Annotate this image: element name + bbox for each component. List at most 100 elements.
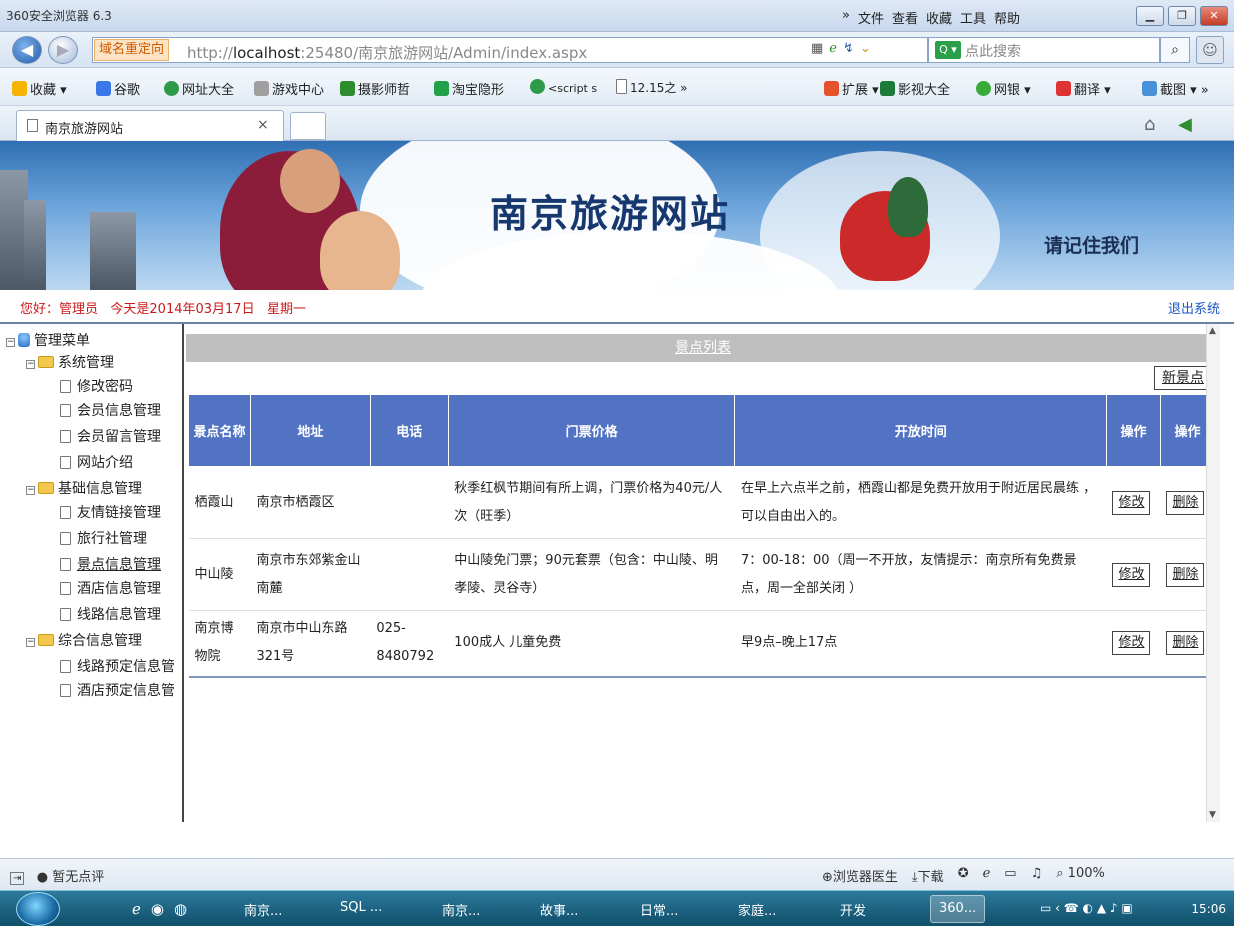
toolbar-video[interactable]: 影视大全 [880,79,950,98]
collapse-icon[interactable]: − [26,486,35,495]
bookmark-games[interactable]: 游戏中心 [254,79,324,98]
scroll-up-icon[interactable]: ▲ [1209,326,1216,336]
search-box[interactable]: Q ▾ 点此搜索 [928,37,1160,63]
vertical-scrollbar[interactable]: ▲ ▼ [1206,324,1220,822]
tab-nanjing-travel[interactable]: 南京旅游网站 × [16,110,284,141]
player-quicklaunch-icon[interactable]: ◍ [174,900,187,918]
search-engine-icon[interactable]: Q ▾ [935,41,961,59]
toolbar-extensions[interactable]: 扩展 ▾ [824,79,879,98]
back-arrow-green-icon[interactable]: ◀ [1178,114,1192,135]
window-icon[interactable]: ▭ [1004,866,1016,885]
tree-item-change-password[interactable]: 修改密码 [60,376,133,396]
expand-icon[interactable]: ⇥ [10,872,25,885]
tree-item-member-messages[interactable]: 会员留言管理 [60,426,161,446]
bookmark-favorites[interactable]: 收藏 ▾ [12,79,67,98]
ad-block-icon[interactable]: ✪ [958,866,969,885]
page-icon [60,558,71,571]
delete-button[interactable]: 删除 [1166,562,1205,587]
edit-button[interactable]: 修改 [1112,490,1151,515]
bookmark-directory[interactable]: 网址大全 [164,79,234,98]
menu-favorites[interactable]: 收藏 [926,8,952,27]
tree-item-hotels[interactable]: 酒店信息管理 [60,578,161,598]
menu-tools[interactable]: 工具 [960,8,986,27]
tree-item-member-info[interactable]: 会员信息管理 [60,400,161,420]
toolbar-translate[interactable]: 翻译 ▾ [1056,79,1111,98]
bookmark-label: 摄影师哲 [358,83,411,98]
minimize-icon[interactable]: ▁ [1136,6,1164,26]
toolbar-bank[interactable]: 网银 ▾ [976,79,1031,98]
review-status[interactable]: 暂无点评 [52,870,104,885]
sound-icon[interactable]: ♫ [1031,866,1043,885]
tree-item-hotel-bookings[interactable]: 酒店预定信息管 [60,680,175,700]
menu-file[interactable]: 文件 [858,8,884,27]
close-tab-icon[interactable]: × [257,117,269,133]
task-daily[interactable]: 日常... [640,900,678,919]
task-stories[interactable]: 故事... [540,900,578,919]
scroll-down-icon[interactable]: ▼ [1209,810,1216,820]
tree-item-links[interactable]: 友情链接管理 [60,502,161,522]
back-arrow-icon[interactable]: ◀ [12,36,42,64]
collapse-icon[interactable]: − [26,638,35,647]
tray-icons[interactable]: ▭ ‹ ☎ ◐ ▲ ♪ ▣ [1040,901,1133,915]
logout-link[interactable]: 退出系统 [1168,298,1220,317]
delete-button[interactable]: 删除 [1166,631,1205,656]
toolbar-screenshot[interactable]: 截图 ▾ » [1142,79,1209,98]
browser-doctor[interactable]: ⊕浏览器医生 [822,866,898,885]
menu-more[interactable]: » [842,8,850,27]
redirect-badge[interactable]: 域名重定向 [94,39,170,61]
delete-button[interactable]: 删除 [1166,490,1205,515]
cell-address: 南京市中山东路321号 [250,610,371,678]
download-button[interactable]: ⤓下载 [912,866,944,885]
menu-view[interactable]: 查看 [892,8,918,27]
clock[interactable]: 15:06 [1191,902,1226,916]
tree-item-scenic-spots[interactable]: 景点信息管理 [60,554,161,574]
tree-item-site-intro[interactable]: 网站介绍 [60,452,133,472]
ie-icon[interactable]: ℯ [983,866,991,885]
task-dev[interactable]: 开发 [840,900,866,919]
close-window-icon[interactable]: ✕ [1200,6,1228,26]
maximize-icon[interactable]: ❐ [1168,6,1196,26]
task-sql[interactable]: SQL ... [340,900,382,915]
tree-root-label: 管理菜单 [34,333,90,349]
dropdown-icon[interactable]: ⌄ [860,41,871,56]
refresh-icon[interactable]: ↯ [843,41,854,56]
task-nanjing-1[interactable]: 南京... [244,900,282,919]
bookmark-google[interactable]: 谷歌 [96,79,140,98]
new-spot-button[interactable]: 新景点 [1154,366,1212,390]
tree-group-basic[interactable]: − 基础信息管理 [26,478,142,498]
user-avatar-icon[interactable]: ☺ [1196,36,1224,64]
home-icon[interactable]: ⌂ [1144,114,1155,135]
bookmark-1215[interactable]: 12.15之 » [616,79,688,96]
list-title-link[interactable]: 景点列表 [675,340,731,356]
url-text[interactable]: http://localhost:25480/南京旅游网站/Admin/inde… [187,42,587,63]
task-family[interactable]: 家庭... [738,900,776,919]
ie-quicklaunch-icon[interactable]: ℯ [132,900,141,918]
tree-item-routes[interactable]: 线路信息管理 [60,604,161,624]
edit-button[interactable]: 修改 [1112,562,1151,587]
qr-code-icon[interactable]: ▦ [811,41,823,56]
tree-group-system[interactable]: − 系统管理 [26,352,114,372]
bookmark-photographer[interactable]: 摄影师哲 [340,79,410,98]
tree-root[interactable]: − 管理菜单 [6,330,90,350]
browser-quicklaunch-icon[interactable]: ◉ [151,900,164,918]
taobao-icon [434,81,449,96]
edit-button[interactable]: 修改 [1112,631,1151,656]
task-nanjing-2[interactable]: 南京... [442,900,480,919]
new-tab-button[interactable] [290,112,326,140]
tree-item-route-bookings[interactable]: 线路预定信息管 [60,656,175,676]
tree-group-comprehensive[interactable]: − 综合信息管理 [26,630,142,650]
menu-help[interactable]: 帮助 [994,8,1020,27]
bookmark-script[interactable]: <script s [530,79,597,96]
ie-mode-icon[interactable]: ℯ [829,41,837,56]
zoom-level[interactable]: ⌕ 100% [1056,866,1105,885]
collapse-icon[interactable]: − [26,360,35,369]
collapse-icon[interactable]: − [6,338,15,347]
bookmark-taobao[interactable]: 淘宝隐形 [434,79,504,98]
task-360-browser[interactable]: 360... [930,895,986,923]
tree-item-agencies[interactable]: 旅行社管理 [60,528,147,548]
start-button[interactable] [16,892,60,926]
forward-arrow-icon[interactable]: ▶ [48,36,78,64]
skydiver-photo [888,177,928,237]
search-icon[interactable]: ⌕ [1160,37,1190,63]
address-bar[interactable]: 域名重定向 http://localhost:25480/南京旅游网站/Admi… [92,37,928,63]
